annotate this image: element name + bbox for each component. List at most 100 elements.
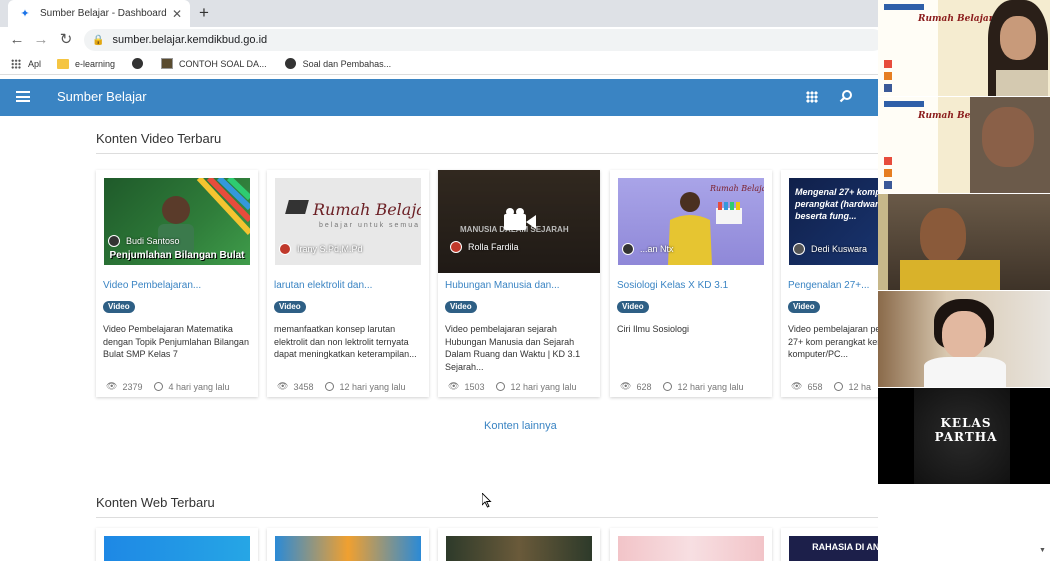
url-field[interactable]: 🔒 sumber.belajar.kemdikbud.go.id bbox=[84, 29, 884, 51]
video-card[interactable]: Mengenal 27+ komponen perangkat (hardwar… bbox=[781, 170, 878, 397]
eye-icon: 👁 bbox=[791, 381, 803, 391]
video-title-link[interactable]: Hubungan Manusia dan... bbox=[445, 280, 595, 291]
participant-tile[interactable] bbox=[878, 291, 1050, 387]
search-icon[interactable] bbox=[839, 89, 853, 103]
web-thumbnail[interactable] bbox=[446, 536, 592, 561]
video-call-panel: Rumah Belajar Rumah Belajar KELAS PARTHA bbox=[878, 0, 1050, 561]
view-count: 3458 bbox=[293, 381, 314, 392]
eye-icon: 👁 bbox=[277, 381, 289, 391]
bookmark-e-learning[interactable]: e-learning bbox=[57, 58, 115, 70]
close-tab-icon[interactable]: ✕ bbox=[170, 7, 184, 21]
avatar bbox=[450, 241, 462, 253]
author-tag: Rolla Fardila bbox=[450, 241, 519, 253]
content-type-badge: Video bbox=[445, 301, 477, 313]
web-card[interactable] bbox=[438, 528, 600, 561]
globe-icon bbox=[285, 58, 297, 70]
video-meta: 👁 628 12 hari yang lalu bbox=[620, 381, 744, 392]
video-description: Ciri Ilmu Sosiologi bbox=[617, 324, 690, 334]
clock-icon bbox=[663, 382, 673, 391]
forward-arrow-icon[interactable]: → bbox=[33, 32, 49, 48]
content-type-badge: Video bbox=[274, 301, 306, 313]
main-content: Konten Video Terbaru Penjumlahan Bilanga… bbox=[0, 116, 878, 561]
thumbnail-caption: Penjumlahan Bilangan Bulat bbox=[109, 250, 245, 261]
tab-title: Sumber Belajar - Dashboard bbox=[40, 8, 167, 19]
avatar bbox=[622, 243, 634, 255]
thumbnail-caption: RAHASIA DI ANGKASA bbox=[812, 542, 878, 552]
content-type-badge: Video bbox=[617, 301, 649, 313]
video-card[interactable]: MANUSIA DALAM SEJARAH Rolla Fardila Hubu… bbox=[438, 170, 600, 397]
web-card[interactable] bbox=[96, 528, 258, 561]
section-title-video: Konten Video Terbaru bbox=[96, 131, 222, 146]
section-divider bbox=[96, 153, 878, 154]
video-card[interactable]: Rumah Belajar belajar untuk semua Irany … bbox=[267, 170, 429, 397]
upload-time: 12 hari yang lalu bbox=[677, 381, 744, 392]
clock-icon bbox=[154, 382, 164, 391]
view-count: 2379 bbox=[122, 381, 143, 392]
reload-icon[interactable]: ↻ bbox=[58, 32, 74, 48]
upload-time: 12 hari yang lalu bbox=[339, 381, 406, 392]
new-tab-icon[interactable]: + bbox=[199, 4, 209, 22]
web-thumbnail[interactable] bbox=[104, 536, 250, 561]
author-tag: Budi Santoso bbox=[108, 235, 180, 247]
video-description: Video pembelajaran pengenalan 27+ kom pe… bbox=[788, 324, 878, 359]
browser-tab[interactable]: ✦ Sumber Belajar - Dashboard ✕ bbox=[8, 0, 190, 27]
view-count: 1503 bbox=[464, 381, 485, 392]
globe-icon bbox=[131, 58, 143, 70]
address-bar-row: ← → ↻ 🔒 sumber.belajar.kemdikbud.go.id bbox=[0, 27, 884, 53]
video-thumbnail[interactable]: Mengenal 27+ komponen perangkat (hardwar… bbox=[789, 178, 878, 265]
thumbnail-caption: Mengenal 27+ komponen perangkat (hardwar… bbox=[795, 187, 878, 221]
participant-tile[interactable]: Rumah Belajar bbox=[878, 0, 1050, 96]
section-divider bbox=[96, 517, 878, 518]
eye-icon: 👁 bbox=[448, 381, 460, 391]
more-content-link[interactable]: Konten lainnya bbox=[484, 420, 557, 432]
back-arrow-icon[interactable]: ← bbox=[9, 32, 25, 48]
video-thumbnail[interactable]: MANUSIA DALAM SEJARAH Rolla Fardila bbox=[438, 170, 600, 273]
author-tag: Dedi Kuswara bbox=[793, 243, 867, 255]
web-card[interactable] bbox=[610, 528, 772, 561]
bookmark-globe[interactable] bbox=[131, 58, 149, 70]
logo-tagline: belajar untuk semua bbox=[319, 222, 421, 229]
video-title-link[interactable]: Video Pembelajaran... bbox=[103, 280, 253, 291]
bookmark-apps[interactable]: Apl bbox=[10, 58, 41, 70]
web-thumbnail[interactable] bbox=[275, 536, 421, 561]
video-camera-icon bbox=[504, 208, 536, 230]
video-thumbnail[interactable]: Penjumlahan Bilangan Bulat Budi Santoso bbox=[104, 178, 250, 265]
rumah-belajar-logo: Rumah Belajar bbox=[313, 200, 421, 219]
content-type-badge: Video bbox=[103, 301, 135, 313]
scroll-down-arrow-icon[interactable]: ▼ bbox=[1039, 547, 1046, 554]
video-description: memanfaatkan konsep larutan elektrolit d… bbox=[274, 324, 417, 359]
apps-grid-icon bbox=[10, 58, 22, 70]
video-title-link[interactable]: larutan elektrolit dan... bbox=[274, 280, 424, 291]
video-thumbnail[interactable]: Rumah Belajar belajar untuk semua Irany … bbox=[275, 178, 421, 265]
apps-grid-icon[interactable] bbox=[806, 91, 818, 103]
author-tag: ...an Ntx bbox=[622, 243, 674, 255]
video-title-link[interactable]: Pengenalan 27+... bbox=[788, 280, 878, 291]
participant-tile[interactable] bbox=[878, 194, 1050, 290]
video-title-link[interactable]: Sosiologi Kelas X KD 3.1 bbox=[617, 280, 767, 291]
participant-tile[interactable]: KELAS PARTHA bbox=[878, 388, 1050, 484]
upload-time: 12 hari yang lalu bbox=[510, 381, 577, 392]
bookmark-soal-pembahasan[interactable]: Soal dan Pembahas... bbox=[285, 58, 391, 70]
hamburger-menu-icon[interactable] bbox=[16, 91, 30, 102]
web-thumbnail[interactable]: RAHASIA DI ANGKASA bbox=[789, 536, 878, 561]
video-meta: 👁 658 12 ha bbox=[791, 381, 871, 392]
logo-mark-icon bbox=[285, 200, 309, 214]
participant-tile[interactable]: Rumah Belajar bbox=[878, 97, 1050, 193]
author-tag: Irany S.Pd,M.Pd bbox=[279, 243, 363, 255]
bookmark-contoh-soal[interactable]: CONTOH SOAL DA... bbox=[161, 58, 267, 70]
web-thumbnail[interactable] bbox=[618, 536, 764, 561]
site-favicon-icon: ✦ bbox=[20, 8, 30, 20]
web-card[interactable]: RAHASIA DI ANGKASA bbox=[781, 528, 878, 561]
video-meta: 👁 1503 12 hari yang lalu bbox=[448, 381, 577, 392]
video-card[interactable]: Penjumlahan Bilangan Bulat Budi Santoso … bbox=[96, 170, 258, 397]
panel-blank-area bbox=[878, 484, 1050, 561]
web-card[interactable] bbox=[267, 528, 429, 561]
folder-icon bbox=[57, 58, 70, 70]
view-count: 628 bbox=[636, 381, 652, 392]
video-card[interactable]: Rumah Belajar ...an Ntx Sosiologi Kelas … bbox=[610, 170, 772, 397]
participant-name: KELAS PARTHA bbox=[934, 416, 998, 444]
eye-icon: 👁 bbox=[106, 381, 118, 391]
upload-time: 12 ha bbox=[848, 381, 871, 392]
video-thumbnail[interactable]: Rumah Belajar ...an Ntx bbox=[618, 178, 764, 265]
clock-icon bbox=[496, 382, 506, 391]
